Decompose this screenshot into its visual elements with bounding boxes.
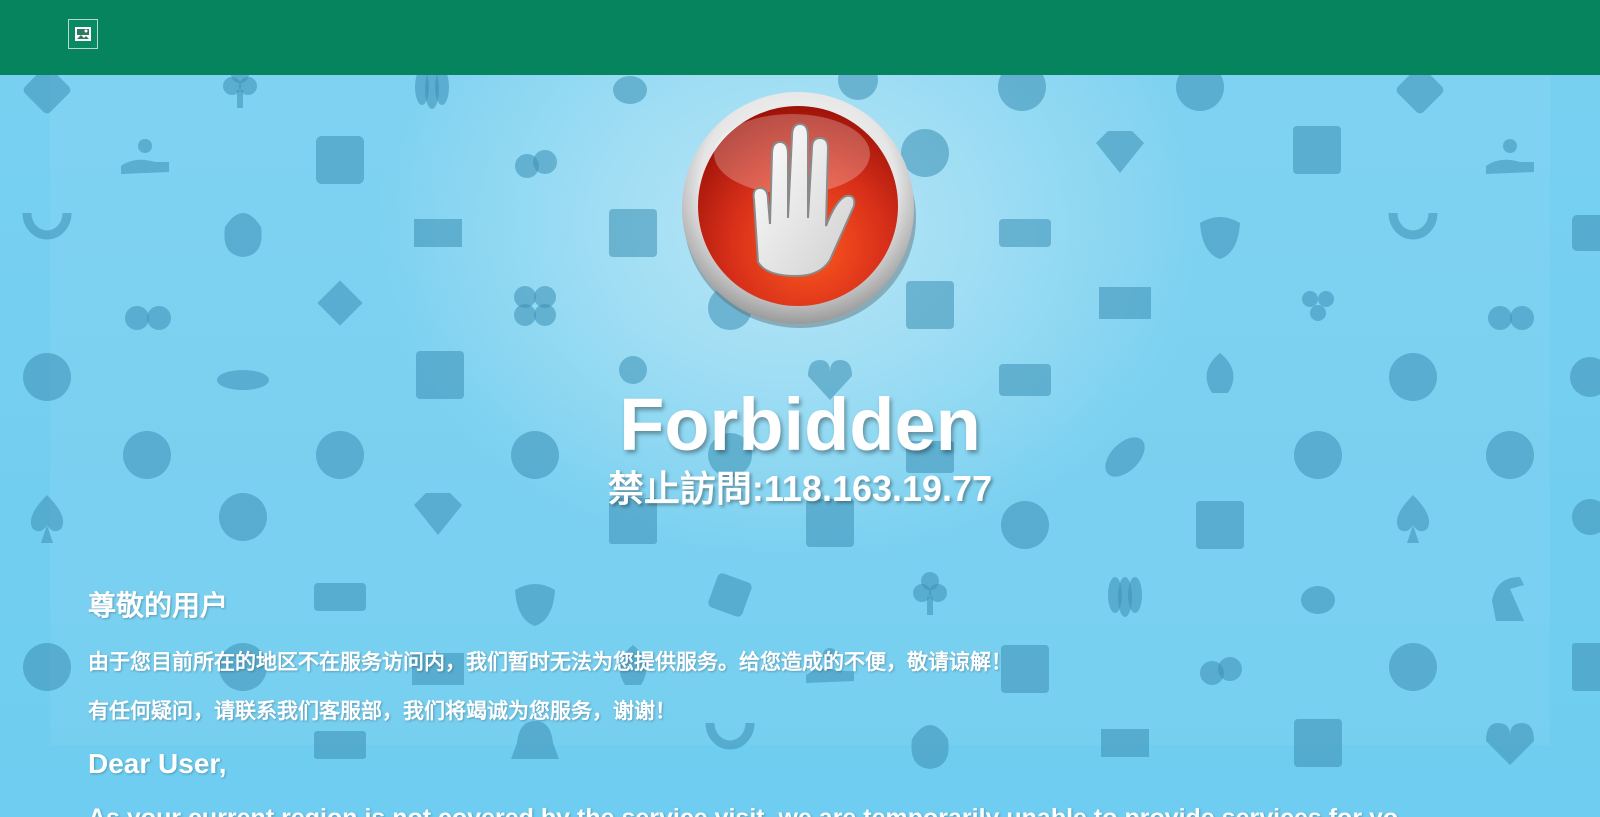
error-title: Forbidden <box>619 383 981 466</box>
greeting-heading-cn: 尊敬的用户 <box>88 590 229 621</box>
broken-image-icon[interactable] <box>68 19 98 49</box>
greeting-heading-en: Dear User, <box>88 748 227 779</box>
message-line-en-1: As your current region is not covered by… <box>88 803 1398 817</box>
error-subtitle: 禁止訪問:118.163.19.77 <box>607 468 993 509</box>
message-line-cn-2: 有任何疑问，请联系我们客服部，我们将竭诚为您服务，谢谢！ <box>88 700 676 723</box>
message-line-cn-1: 由于您目前所在的地区不在服务访问内，我们暂时无法为您提供服务。给您造成的不便，敬… <box>88 651 1012 674</box>
stop-hand-icon <box>682 92 916 328</box>
top-bar <box>0 0 1600 75</box>
